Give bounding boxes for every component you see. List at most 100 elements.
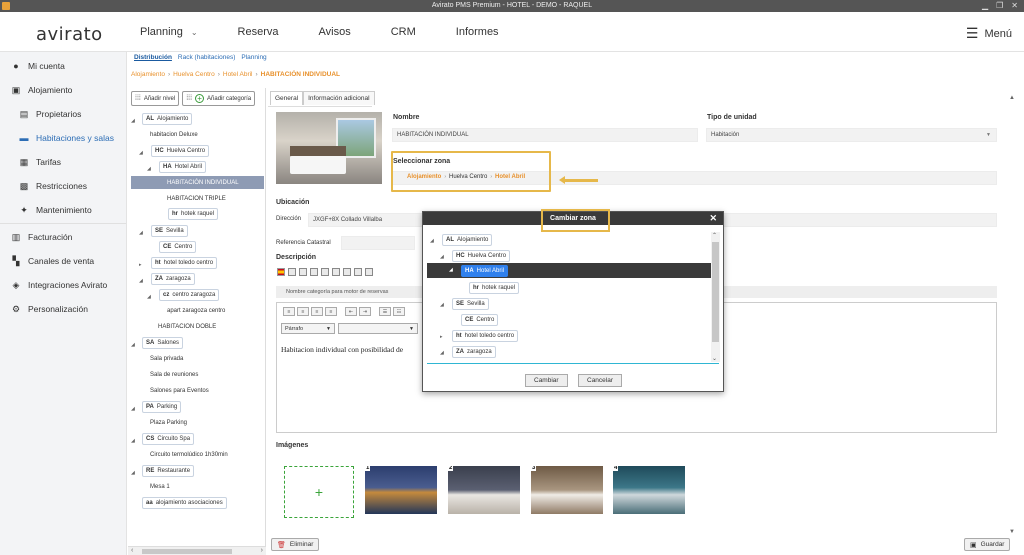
add-image-button[interactable]: + [284, 466, 354, 518]
eliminar-button[interactable]: 🗑 Eliminar [271, 538, 320, 551]
modal-node-hotek-raquel[interactable]: hr hotek raquel [469, 282, 520, 294]
expand-arrow-icon[interactable]: ▸ [440, 334, 443, 340]
language-icon[interactable] [354, 268, 362, 276]
align-right-icon[interactable]: ≡ [311, 307, 323, 316]
tab-general[interactable]: General [270, 91, 304, 105]
modal-node-toledo[interactable]: ht hotel toledo centro [452, 330, 519, 342]
collapse-arrow-icon[interactable]: ◢ [139, 150, 143, 156]
nav-avisos[interactable]: Avisos [319, 26, 351, 38]
sidebar-item-habitaciones[interactable]: ▬ Habitaciones y salas [0, 126, 126, 150]
collapse-arrow-icon[interactable]: ◢ [440, 302, 444, 308]
tab-rack[interactable]: Rack (habitaciones) [178, 54, 235, 61]
collapse-arrow-icon[interactable]: ◢ [131, 470, 135, 476]
main-vertical-scrollbar[interactable]: ▲ ▼ [1008, 95, 1018, 535]
expand-arrow-icon[interactable]: ▸ [139, 262, 142, 268]
tree-node-hotek-raquel[interactable]: hr hotek raquel [168, 208, 219, 220]
language-icon[interactable] [288, 268, 296, 276]
tree-node-sevilla[interactable]: SE Sevilla [151, 225, 188, 237]
collapse-arrow-icon[interactable]: ◢ [430, 238, 434, 244]
sidebar-item-restricciones[interactable]: ▩ Restricciones [0, 174, 126, 198]
tree-node-hab-deluxe[interactable]: habitacion Deluxe [150, 129, 198, 141]
sidebar-item-mi-cuenta[interactable]: ● Mi cuenta [0, 54, 126, 78]
tree-node-circuito-termoludico[interactable]: Circuito termolúdico 1h30min [150, 449, 228, 461]
collapse-arrow-icon[interactable]: ◢ [147, 166, 151, 172]
language-icon[interactable] [343, 268, 351, 276]
tree-node-mesa-1[interactable]: Mesa 1 [150, 481, 170, 493]
scroll-down-icon[interactable]: ⌄ [712, 355, 717, 362]
indent-icon[interactable]: ⇥ [359, 307, 371, 316]
breadcrumb-huelva[interactable]: Huelva Centro [173, 71, 215, 78]
tree-node-alojamiento[interactable]: AL Alojamiento [142, 113, 193, 125]
collapse-arrow-icon[interactable]: ◢ [449, 267, 453, 273]
scroll-up-icon[interactable]: ⌃ [712, 232, 717, 239]
modal-node-sevilla[interactable]: SE Sevilla [452, 298, 489, 310]
language-icon[interactable] [365, 268, 373, 276]
ref-catastral-input[interactable] [341, 236, 415, 250]
collapse-arrow-icon[interactable]: ◢ [131, 406, 135, 412]
nav-crm[interactable]: CRM [391, 26, 416, 38]
guardar-button[interactable]: ▣ Guardar [964, 538, 1011, 551]
modal-node-centro[interactable]: CE Centro [461, 314, 499, 326]
minimize-icon[interactable]: ▁ [982, 0, 988, 12]
nombre-input[interactable]: HABITACIÓN INDIVIDUAL [392, 128, 698, 142]
sidebar-item-tarifas[interactable]: ▦ Tarifas [0, 150, 126, 174]
tab-info-adicional[interactable]: Información adicional [303, 91, 375, 105]
tree-node-apart-zaragoza[interactable]: apart zaragoza centro [167, 305, 225, 317]
language-icon[interactable] [299, 268, 307, 276]
collapse-arrow-icon[interactable]: ◢ [139, 278, 143, 284]
language-icon[interactable] [321, 268, 329, 276]
sidebar-item-canales[interactable]: ▚ Canales de venta [0, 249, 126, 273]
tree-node-huelva[interactable]: HC Huelva Centro [151, 145, 210, 157]
close-window-icon[interactable]: ✕ [1011, 0, 1018, 12]
tree-node-parking[interactable]: PA Parking [142, 401, 182, 413]
tree-node-hotel-abril[interactable]: HA Hotel Abril [159, 161, 207, 173]
breadcrumb-hotel[interactable]: Hotel Abril [223, 71, 253, 78]
tree-node-salones[interactable]: SA Salones [142, 337, 184, 349]
collapse-arrow-icon[interactable]: ◢ [440, 254, 444, 260]
tree-node-centro-zaragoza[interactable]: cz centro zaragoza [159, 289, 220, 301]
collapse-arrow-icon[interactable]: ◢ [147, 294, 151, 300]
paragraph-select[interactable]: Párrafo ▼ [281, 323, 335, 334]
tree-node-zaragoza[interactable]: ZA zaragoza [151, 273, 195, 285]
tab-distribucion[interactable]: Distribución [134, 54, 172, 61]
avirato-logo[interactable]: avirato [36, 24, 103, 45]
image-thumb-4[interactable]: 4 [613, 466, 685, 514]
collapse-arrow-icon[interactable]: ◢ [440, 350, 444, 356]
collapse-arrow-icon[interactable]: ◢ [131, 438, 135, 444]
language-icon[interactable] [310, 268, 318, 276]
image-thumb-3[interactable]: 3 [531, 466, 603, 514]
tree-node-salones-eventos[interactable]: Salones para Eventos [150, 385, 209, 397]
tree-node-hab-doble[interactable]: HABITACION DOBLE [158, 321, 216, 333]
collapse-arrow-icon[interactable]: ◢ [131, 342, 135, 348]
room-main-photo[interactable] [276, 112, 382, 184]
tree-node-plaza-parking[interactable]: Plaza Parking [150, 417, 187, 429]
add-category-button[interactable]: ⁞⁞⁞ + Añadir categoría [182, 91, 256, 106]
tree-node-restaurante[interactable]: RE Restaurante [142, 465, 195, 477]
sidebar-item-propietarios[interactable]: ▤ Propietarios [0, 102, 126, 126]
numbered-list-icon[interactable]: ☷ [393, 307, 405, 316]
spain-flag-icon[interactable] [277, 268, 285, 276]
cancelar-button[interactable]: Cancelar [578, 374, 623, 387]
nav-reserva[interactable]: Reserva [238, 26, 279, 38]
tree-horizontal-scrollbar[interactable]: ‹ › [128, 546, 266, 555]
modal-node-zaragoza[interactable]: ZA zaragoza [452, 346, 496, 358]
image-thumb-2[interactable]: 2 [448, 466, 520, 514]
sidebar-item-mantenimiento[interactable]: ✦ Mantenimiento [0, 198, 126, 222]
tree-node-alojamiento-asociaciones[interactable]: aa alojamiento asociaciones [142, 497, 227, 509]
sidebar-item-facturacion[interactable]: ▥ Facturación [0, 225, 126, 249]
nav-informes[interactable]: Informes [456, 26, 499, 38]
close-icon[interactable]: ✕ [709, 212, 717, 225]
bullet-list-icon[interactable]: ☰ [379, 307, 391, 316]
image-thumb-1[interactable]: 1 [365, 466, 437, 514]
modal-node-hotel-abril[interactable]: HA Hotel Abril [461, 265, 509, 277]
tree-node-sala-privada[interactable]: Sala privada [150, 353, 183, 365]
tab-planning[interactable]: Planning [241, 54, 266, 61]
collapse-arrow-icon[interactable]: ◢ [139, 230, 143, 236]
tree-node-hab-triple[interactable]: HABITACION TRIPLE [167, 193, 226, 205]
font-select[interactable]: ▼ [338, 323, 418, 334]
restore-icon[interactable]: ❐ [996, 0, 1003, 12]
scroll-up-icon[interactable]: ▲ [1009, 95, 1015, 101]
align-center-icon[interactable]: ≡ [297, 307, 309, 316]
tree-node-hab-individual[interactable]: HABITACIÓN INDIVIDUAL [131, 176, 264, 189]
outdent-icon[interactable]: ⇤ [345, 307, 357, 316]
